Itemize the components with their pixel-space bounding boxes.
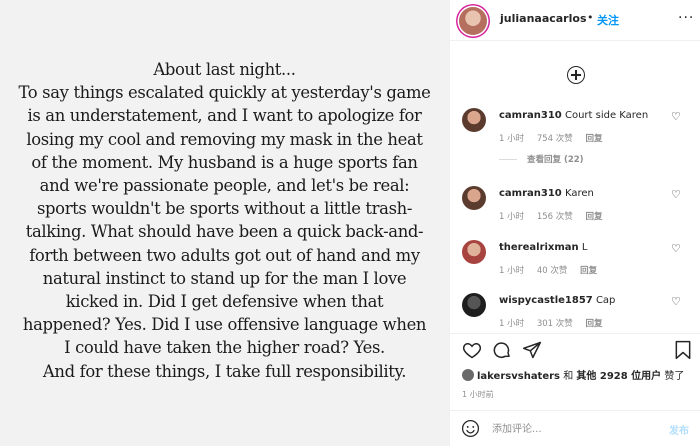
post-time: 1 小时前 bbox=[462, 390, 494, 399]
commenter-username[interactable]: camran310 bbox=[499, 188, 562, 199]
comment-likes[interactable]: 301 次赞 bbox=[537, 319, 573, 329]
more-horizontal-icon[interactable]: ··· bbox=[678, 10, 694, 26]
post-text-line: And for these things, I take full respon… bbox=[42, 361, 407, 381]
comment-time: 1 小时 bbox=[499, 319, 525, 329]
author-avatar[interactable] bbox=[459, 7, 487, 35]
post-text-line: talking. What should have been a quick b… bbox=[25, 222, 424, 242]
post-text-line: sports wouldn't be sports without a litt… bbox=[36, 199, 413, 219]
emoji-icon[interactable] bbox=[461, 419, 480, 438]
comment-time: 1 小时 bbox=[499, 212, 525, 222]
post-side-panel: julianaacarlos • 关注 ··· camran310 Court … bbox=[449, 0, 700, 446]
post-text-line: happened? Yes. Did I use offensive langu… bbox=[22, 315, 427, 335]
comment-text-line: therealrixman L bbox=[499, 242, 587, 253]
commenter-avatar[interactable] bbox=[462, 108, 486, 132]
comment-input[interactable] bbox=[490, 420, 664, 438]
comment-bubble-icon[interactable] bbox=[492, 340, 512, 360]
comment-text: Karen bbox=[564, 188, 594, 199]
post-text-line: of the moment. My husband is a huge spor… bbox=[31, 152, 418, 172]
liked-others[interactable]: 其他 2928 位用户 bbox=[576, 371, 661, 382]
liked-by-username[interactable]: lakersvshaters bbox=[477, 371, 560, 382]
heart-icon[interactable]: ♡ bbox=[671, 295, 681, 308]
commenter-username[interactable]: camran310 bbox=[499, 110, 562, 121]
share-send-icon[interactable] bbox=[522, 340, 542, 360]
liked-and: 和 bbox=[563, 371, 574, 382]
follow-button[interactable]: 关注 bbox=[597, 12, 619, 28]
comment-likes[interactable]: 40 次赞 bbox=[537, 266, 568, 276]
reply-button[interactable]: 回复 bbox=[580, 266, 597, 276]
comment-likes[interactable]: 156 次赞 bbox=[537, 212, 573, 222]
comment-meta: 1 小时 754 次赞 回复 bbox=[499, 132, 612, 144]
post-text-line: I could have taken the higher road? Yes. bbox=[64, 338, 385, 358]
comment-text-line: camran310 Court side Karen bbox=[499, 110, 648, 121]
reply-button[interactable]: 回复 bbox=[585, 134, 602, 144]
bookmark-icon[interactable] bbox=[674, 340, 692, 360]
comment-meta: 1 小时 301 次赞 回复 bbox=[499, 317, 612, 329]
post-text-line: kicked in. Did I get defensive when that bbox=[65, 292, 384, 312]
post-text-line: is an understatement, and I want to apol… bbox=[27, 106, 422, 126]
liked-by-text: lakersvshaters 和 其他 2928 位用户 赞了 bbox=[462, 367, 684, 382]
comment-text-line: wispycastle1857 Cap bbox=[499, 295, 615, 306]
comment-time: 1 小时 bbox=[499, 134, 525, 144]
author-username[interactable]: julianaacarlos bbox=[500, 12, 587, 25]
separator-dot: • bbox=[587, 11, 594, 24]
commenter-username[interactable]: therealrixman bbox=[499, 242, 579, 253]
post-image: About last night... To say things escalat… bbox=[0, 0, 449, 446]
heart-icon[interactable]: ♡ bbox=[671, 110, 681, 123]
comment-meta: 1 小时 156 次赞 回复 bbox=[499, 210, 612, 222]
liked-suffix: 赞了 bbox=[664, 371, 685, 382]
commenter-username[interactable]: wispycastle1857 bbox=[499, 295, 593, 306]
post-text-line: and we're passionate people, and let's b… bbox=[39, 176, 410, 196]
comment-composer: 发布 bbox=[450, 410, 700, 447]
load-more-comments-icon[interactable] bbox=[567, 66, 585, 84]
like-heart-icon[interactable] bbox=[462, 340, 482, 360]
comment-text: Cap bbox=[595, 295, 616, 306]
comment-meta: 1 小时 40 次赞 回复 bbox=[499, 264, 607, 276]
post-actions: lakersvshaters 和 其他 2928 位用户 赞了 1 小时前 bbox=[450, 333, 700, 412]
commenter-avatar[interactable] bbox=[462, 293, 486, 317]
comment-text: L bbox=[581, 242, 588, 253]
comment-likes[interactable]: 754 次赞 bbox=[537, 134, 573, 144]
post-text-line: About last night... bbox=[153, 60, 296, 79]
view-replies-button[interactable]: 查看回复 (22) bbox=[499, 153, 584, 165]
comment-text: Court side Karen bbox=[564, 110, 649, 121]
heart-icon[interactable]: ♡ bbox=[671, 242, 681, 255]
reply-button[interactable]: 回复 bbox=[585, 212, 602, 222]
post-comment-button[interactable]: 发布 bbox=[669, 422, 689, 437]
comment-text-line: camran310 Karen bbox=[499, 188, 594, 199]
reply-button[interactable]: 回复 bbox=[585, 319, 602, 329]
post-text-line: natural instinct to stand up for the man… bbox=[42, 268, 407, 288]
post-text: About last night... To say things escalat… bbox=[6, 58, 443, 383]
commenter-avatar[interactable] bbox=[462, 186, 486, 210]
commenter-avatar[interactable] bbox=[462, 240, 486, 264]
comment-time: 1 小时 bbox=[499, 266, 525, 276]
post-text-line: forth between two adults got out of hand… bbox=[29, 245, 420, 265]
liker-avatar bbox=[462, 369, 474, 381]
post-text-line: losing my cool and removing my mask in t… bbox=[26, 129, 423, 149]
post-text-line: To say things escalated quickly at yeste… bbox=[18, 83, 431, 103]
heart-icon[interactable]: ♡ bbox=[671, 188, 681, 201]
post-header: julianaacarlos • 关注 ··· bbox=[450, 0, 700, 41]
